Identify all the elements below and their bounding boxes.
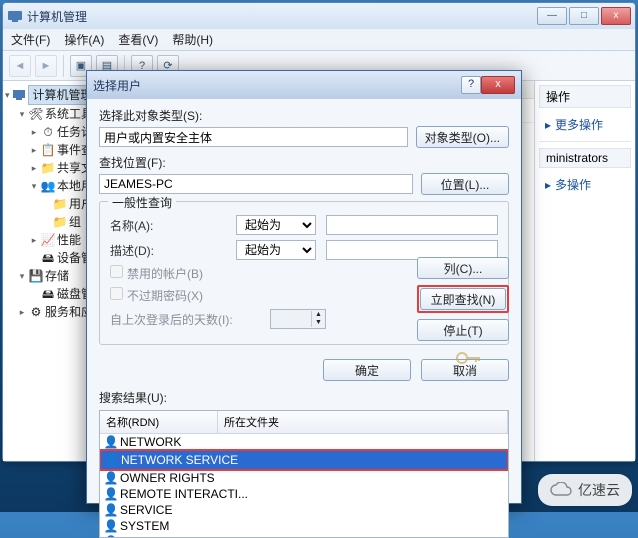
watermark: 亿速云 — [538, 474, 632, 506]
dialog-titlebar[interactable]: 选择用户 ? x — [87, 71, 521, 99]
result-row[interactable]: 👤OWNER RIGHTS — [100, 470, 508, 486]
user-icon: 👤 — [104, 487, 118, 501]
desc-label: 描述(D): — [110, 242, 226, 259]
cloud-icon — [550, 482, 572, 498]
cb-disabled-accounts-box[interactable] — [110, 265, 123, 278]
key-icon — [455, 349, 481, 367]
folder-icon: 📁 — [53, 215, 67, 229]
actions-more-2[interactable]: ▸多操作 — [539, 174, 631, 195]
find-now-button[interactable]: 立即查找(N) — [420, 288, 506, 310]
user-icon: 👤 — [104, 503, 118, 517]
result-row[interactable]: 👤TERMINAL SERVER ... — [100, 534, 508, 538]
days-spinner[interactable]: ▲▼ — [270, 309, 326, 329]
name-input[interactable] — [326, 215, 498, 235]
window-title: 计算机管理 — [27, 8, 537, 25]
menu-action[interactable]: 操作(A) — [64, 31, 104, 48]
service-icon: ⚙ — [29, 305, 43, 319]
actions-more[interactable]: ▸更多操作 — [539, 114, 631, 135]
object-type-field[interactable] — [99, 127, 408, 147]
location-field[interactable] — [99, 174, 413, 194]
user-icon: 👤 — [104, 519, 118, 533]
event-icon: 📋 — [41, 143, 55, 157]
cb-disabled-accounts[interactable]: 禁用的帐户(B) — [110, 265, 203, 282]
results-list[interactable]: 名称(RDN) 所在文件夹 👤NETWORK 👤NETWORK SERVICE … — [99, 410, 509, 538]
monitor-icon — [12, 88, 26, 102]
actions-separator — [539, 141, 631, 142]
cb-nonexpire-pwd[interactable]: 不过期密码(X) — [110, 287, 203, 304]
select-users-dialog: 选择用户 ? x 选择此对象类型(S): 对象类型(O)... 查找位置(F):… — [86, 70, 522, 504]
results-header-folder[interactable]: 所在文件夹 — [218, 411, 508, 433]
actions-header: 操作 — [539, 85, 631, 108]
spin-up-icon[interactable]: ▲ — [311, 311, 325, 319]
user-icon: 👤 — [104, 435, 118, 449]
help-button[interactable]: ? — [461, 76, 481, 94]
actions-pane: 操作 ▸更多操作 ministrators ▸多操作 — [535, 81, 635, 461]
watermark-text: 亿速云 — [578, 480, 620, 500]
columns-button[interactable]: 列(C)... — [417, 257, 509, 279]
result-row-selected[interactable]: 👤NETWORK SERVICE — [100, 450, 508, 470]
result-row[interactable]: 👤NETWORK — [100, 434, 508, 450]
chevron-right-icon: ▸ — [545, 118, 551, 132]
tb-fwd-icon[interactable]: ► — [35, 55, 57, 77]
stop-button[interactable]: 停止(T) — [417, 319, 509, 341]
result-row[interactable]: 👤SERVICE — [100, 502, 508, 518]
object-type-label: 选择此对象类型(S): — [99, 107, 509, 124]
results-header-name[interactable]: 名称(RDN) — [100, 411, 218, 433]
location-label: 查找位置(F): — [99, 154, 509, 171]
user-icon: 👤 — [104, 471, 118, 485]
dialog-body: 选择此对象类型(S): 对象类型(O)... 查找位置(F): 位置(L)...… — [87, 99, 521, 351]
folder-icon: 📁 — [41, 161, 55, 175]
menu-file[interactable]: 文件(F) — [11, 31, 50, 48]
result-row[interactable]: 👤SYSTEM — [100, 518, 508, 534]
titlebar[interactable]: 计算机管理 — □ x — [3, 3, 635, 29]
folder-icon: 📁 — [53, 197, 67, 211]
dialog-close-button[interactable]: x — [481, 76, 515, 94]
close-button[interactable]: x — [601, 7, 631, 25]
menu-help[interactable]: 帮助(H) — [172, 31, 213, 48]
cb-nonexpire-pwd-box[interactable] — [110, 287, 123, 300]
find-now-highlight: 立即查找(N) — [417, 285, 509, 313]
results-label: 搜索结果(U): — [87, 387, 521, 408]
name-mode-select[interactable]: 起始为 — [236, 215, 316, 235]
actions-context: ministrators — [539, 148, 631, 168]
menubar: 文件(F) 操作(A) 查看(V) 帮助(H) — [3, 29, 635, 51]
storage-icon: 💾 — [29, 269, 43, 283]
desc-mode-select[interactable]: 起始为 — [236, 240, 316, 260]
chevron-right-icon: ▸ — [545, 178, 551, 192]
tb-back-icon[interactable]: ◄ — [9, 55, 31, 77]
dialog-title: 选择用户 — [93, 77, 481, 94]
days-input[interactable] — [271, 310, 311, 328]
days-label: 自上次登录后的天数(I): — [110, 311, 260, 328]
query-group-title: 一般性查询 — [108, 194, 176, 211]
user-icon: 👤 — [105, 453, 119, 467]
spin-down-icon[interactable]: ▼ — [311, 319, 325, 327]
maximize-button[interactable]: □ — [569, 7, 599, 25]
result-row[interactable]: 👤REMOTE INTERACTI... — [100, 486, 508, 502]
toolbar-separator — [63, 55, 64, 77]
users-icon: 👥 — [41, 179, 55, 193]
disk-icon: 🖴 — [41, 287, 55, 301]
object-type-button[interactable]: 对象类型(O)... — [416, 126, 509, 148]
clock-icon: ⏱ — [41, 125, 55, 139]
location-button[interactable]: 位置(L)... — [421, 173, 509, 195]
name-label: 名称(A): — [110, 217, 226, 234]
menu-view[interactable]: 查看(V) — [118, 31, 158, 48]
app-icon — [7, 8, 23, 24]
perf-icon: 📈 — [41, 233, 55, 247]
wrench-icon: 🛠 — [29, 107, 43, 121]
minimize-button[interactable]: — — [537, 7, 567, 25]
results-header[interactable]: 名称(RDN) 所在文件夹 — [100, 411, 508, 434]
device-icon: 🖴 — [41, 251, 55, 265]
ok-button[interactable]: 确定 — [323, 359, 411, 381]
